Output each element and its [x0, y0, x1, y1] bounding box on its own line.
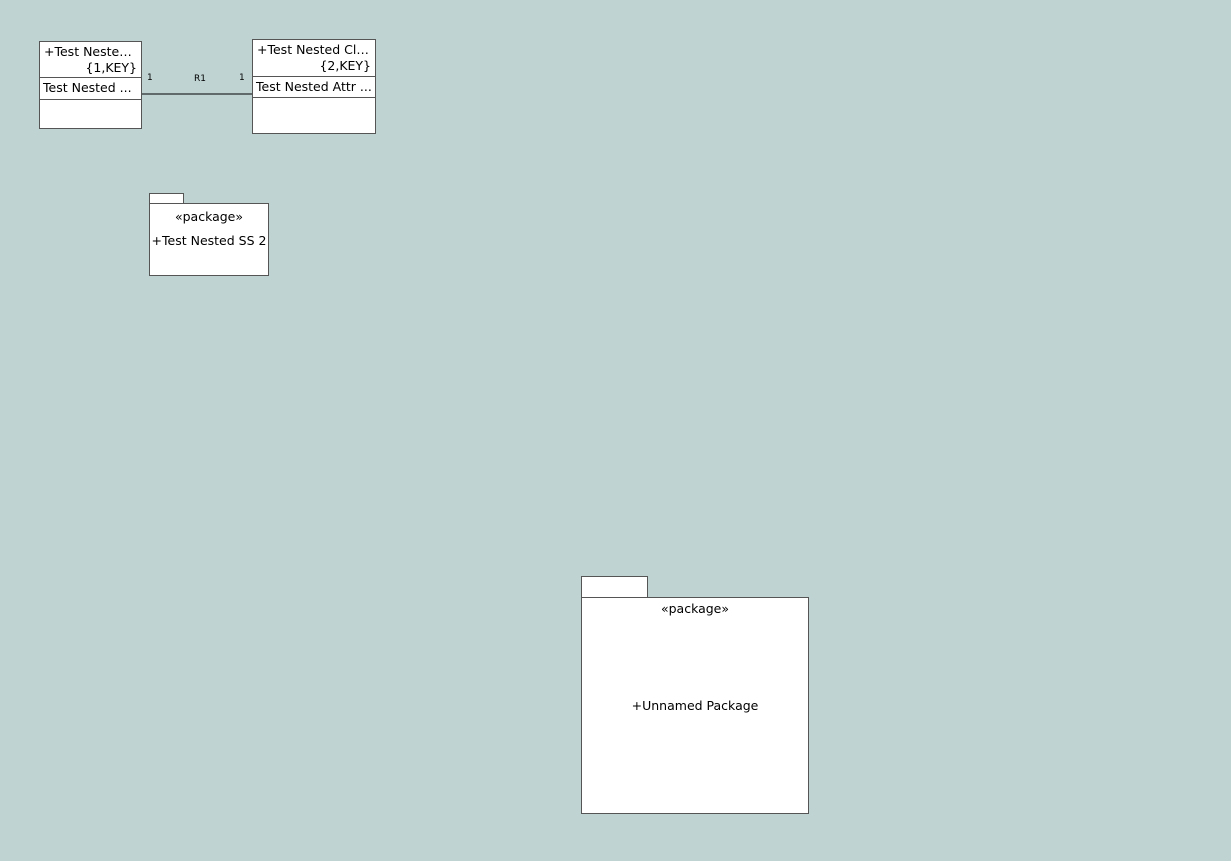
class-1-operation-compartment — [40, 100, 141, 128]
class-2-attribute: Test Nested Attr ... — [256, 79, 372, 94]
class-1-attribute: Test Nested ... — [43, 80, 132, 95]
class-2-name: +Test Nested Cla... — [257, 42, 375, 57]
association-name: R1 — [194, 74, 206, 84]
package-unnamed[interactable]: «package» +Unnamed Package — [581, 576, 809, 814]
package-2-tab — [581, 576, 648, 598]
class-2-attribute-compartment: Test Nested Attr ... — [253, 77, 375, 98]
class-1-name-compartment: +Test Nested... {1,KEY} — [40, 42, 141, 78]
class-1-name: +Test Nested... — [44, 44, 140, 59]
package-test-nested-ss-2[interactable]: «package» +Test Nested SS 2 — [149, 193, 269, 276]
association-right-multiplicity: 1 — [239, 73, 245, 83]
package-2-name: +Unnamed Package — [631, 698, 759, 713]
package-2-stereotype: «package» — [660, 601, 730, 616]
class-box-1[interactable]: +Test Nested... {1,KEY} Test Nested ... — [39, 41, 142, 129]
diagram-canvas[interactable]: 1 R1 1 +Test Nested... {1,KEY} Test Nest… — [0, 0, 1231, 861]
class-2-name-compartment: +Test Nested Cla... {2,KEY} — [253, 40, 375, 77]
class-1-key: {1,KEY} — [85, 60, 137, 75]
class-box-2[interactable]: +Test Nested Cla... {2,KEY} Test Nested … — [252, 39, 376, 134]
class-1-attribute-compartment: Test Nested ... — [40, 78, 141, 100]
package-1-body: «package» +Test Nested SS 2 — [149, 203, 269, 276]
package-1-stereotype: «package» — [174, 209, 244, 224]
association-left-multiplicity: 1 — [147, 73, 153, 83]
package-1-name: +Test Nested SS 2 — [151, 233, 267, 248]
class-2-operation-compartment — [253, 98, 375, 133]
package-2-body: «package» +Unnamed Package — [581, 597, 809, 814]
class-2-key: {2,KEY} — [319, 58, 371, 73]
